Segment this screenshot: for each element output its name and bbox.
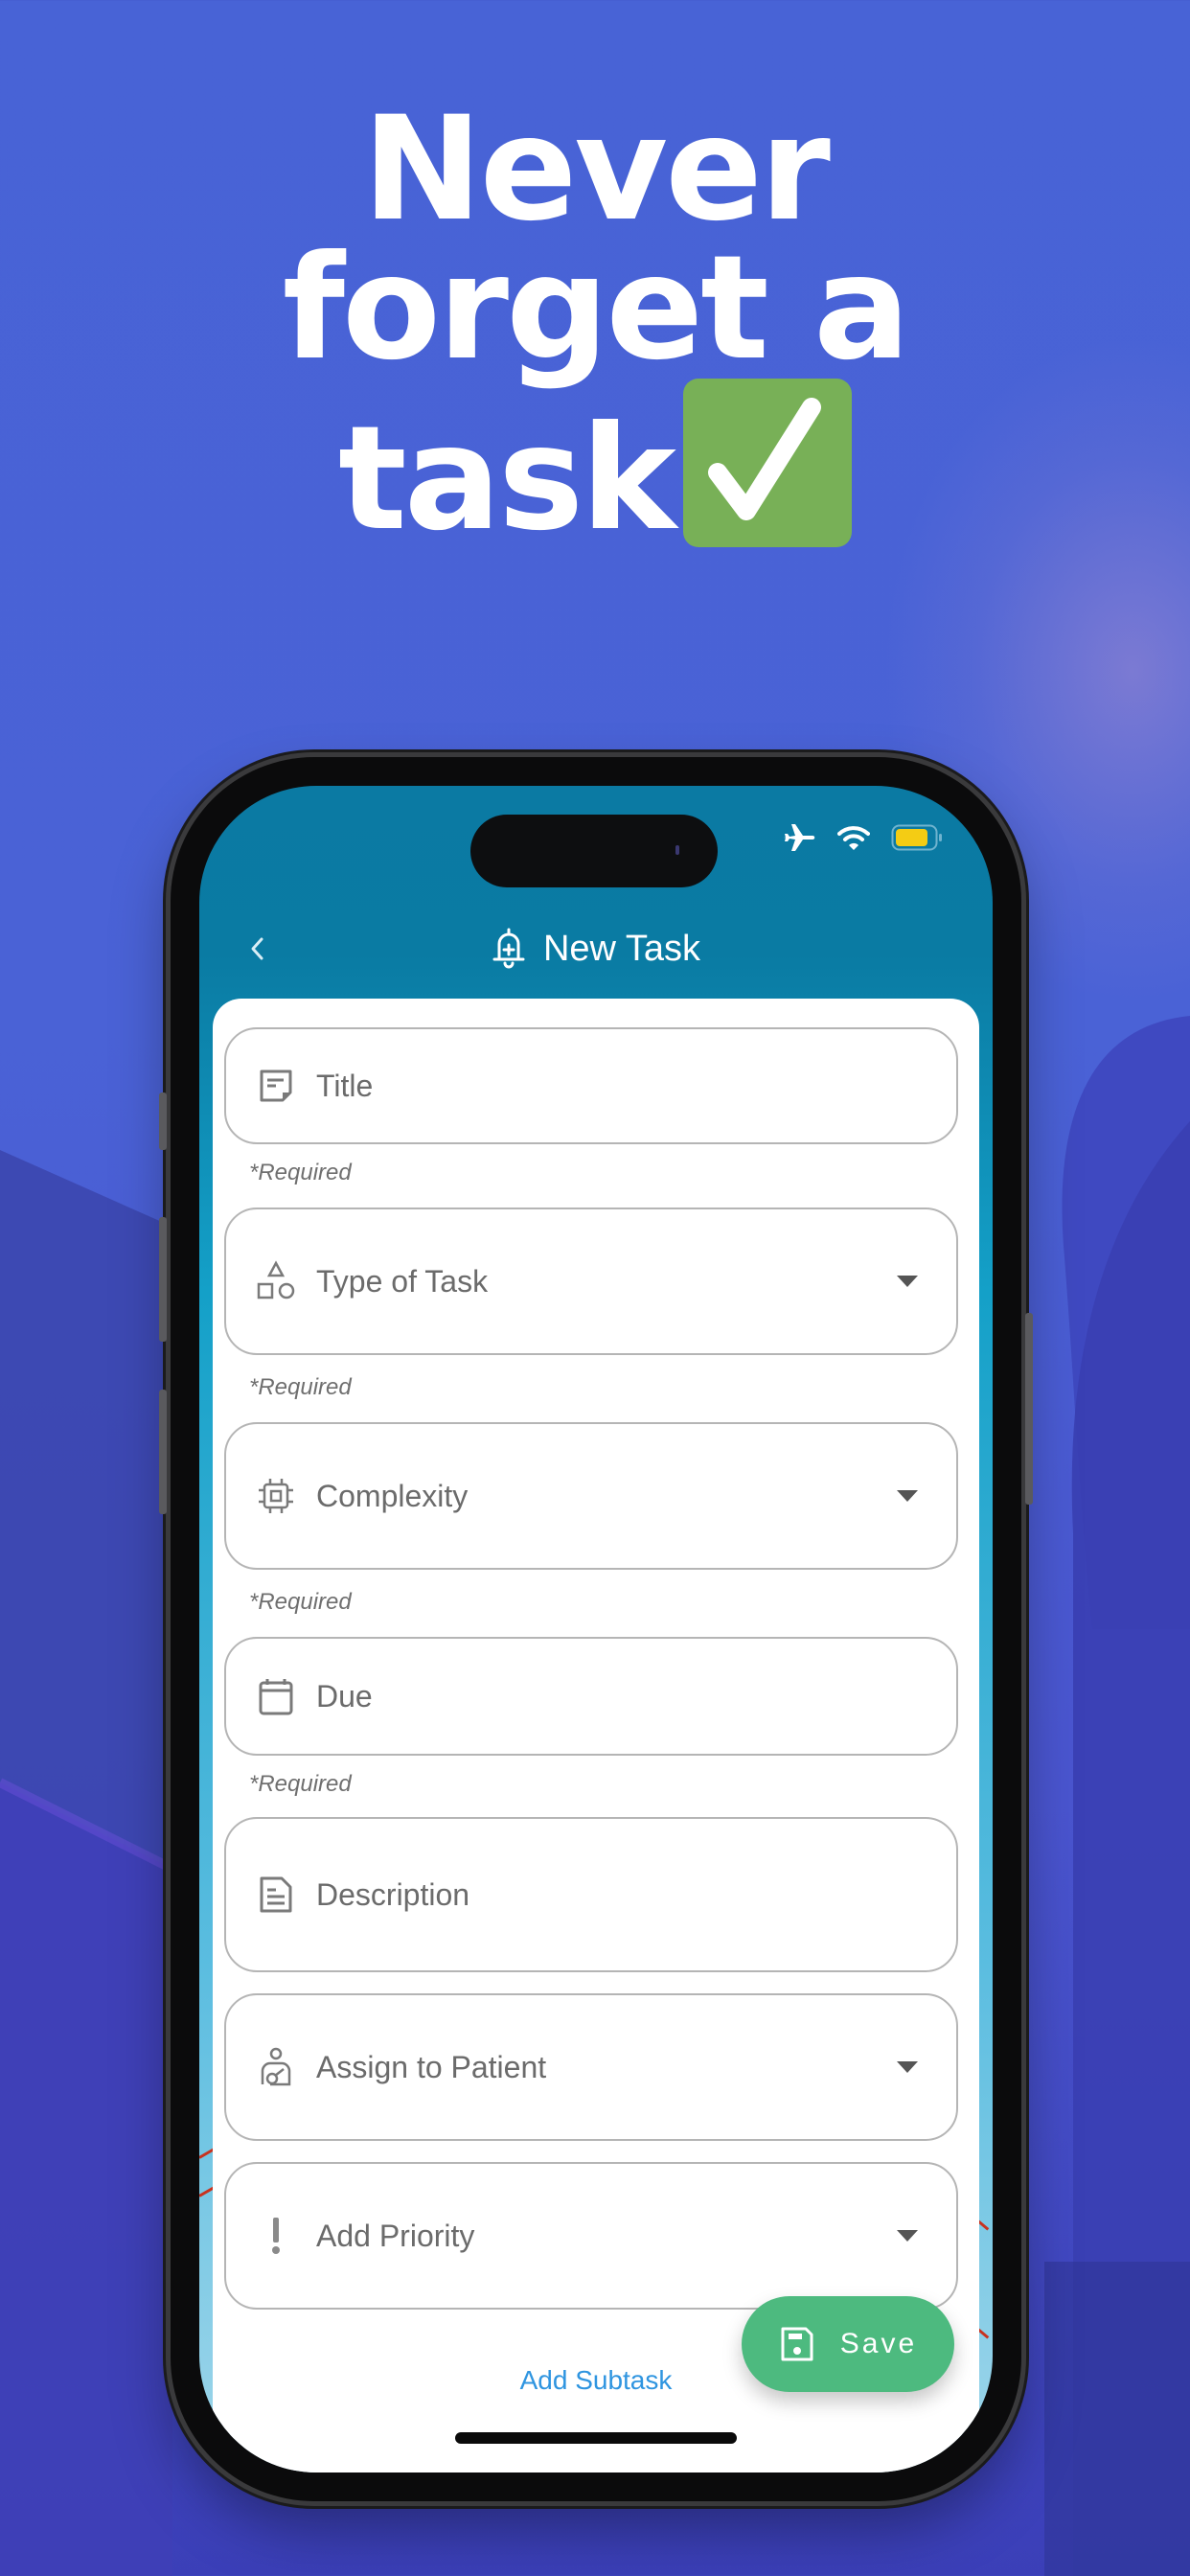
phone-volume-down-button (159, 1390, 167, 1514)
required-hint: *Required (249, 1160, 352, 1185)
assign-to-patient-label: Assign to Patient (316, 2049, 547, 2084)
description-input[interactable]: Description (224, 1817, 958, 1972)
chevron-down-icon (897, 2061, 918, 2073)
back-button[interactable] (238, 928, 276, 970)
due-label: Due (316, 1678, 373, 1714)
required-hint: *Required (249, 1589, 352, 1615)
status-bar (782, 822, 945, 858)
save-label: Save (839, 2328, 918, 2359)
app-bar: New Task (199, 901, 993, 997)
headline-line-1: Never (362, 86, 831, 253)
required-hint: *Required (249, 1374, 352, 1400)
bell-plus-icon (492, 928, 525, 969)
type-of-task-label: Type of Task (316, 1263, 489, 1299)
phone-mockup: New Task Title *Required Type of Task *R… (159, 757, 1033, 2501)
assign-to-patient-dropdown[interactable]: Assign to Patient (224, 1993, 958, 2141)
wifi-icon (837, 824, 870, 856)
headline-line-3: task (0, 379, 1190, 551)
exclamation-icon (255, 2215, 297, 2257)
chip-icon (255, 1475, 297, 1517)
add-priority-label: Add Priority (316, 2218, 475, 2253)
check-mark-button-icon (682, 379, 852, 547)
type-of-task-dropdown[interactable]: Type of Task (224, 1208, 958, 1355)
patient-icon (255, 2046, 297, 2088)
title-input[interactable]: Title (224, 1027, 958, 1144)
floppy-disk-icon (781, 2327, 813, 2361)
calendar-icon (255, 1675, 297, 1717)
battery-icon (891, 824, 945, 856)
app-screen: New Task Title *Required Type of Task *R… (199, 786, 993, 2472)
complexity-dropdown[interactable]: Complexity (224, 1422, 958, 1570)
note-icon (255, 1065, 297, 1107)
headline: Never forget a task (0, 86, 1190, 551)
dynamic-island (470, 815, 718, 887)
add-priority-dropdown[interactable]: Add Priority (224, 2162, 958, 2310)
complexity-label: Complexity (316, 1478, 469, 1513)
chevron-down-icon (897, 1276, 918, 1287)
chevron-left-icon (251, 937, 263, 960)
headline-line-3-text: task (338, 396, 676, 563)
due-date-input[interactable]: Due (224, 1637, 958, 1756)
document-icon (255, 1874, 297, 1916)
headline-line-2: forget a (282, 225, 911, 392)
chevron-down-icon (897, 2230, 918, 2242)
title-group: New Task (492, 927, 700, 971)
chevron-down-icon (897, 1490, 918, 1502)
phone-power-button (1025, 1313, 1033, 1505)
airplane-icon (782, 822, 816, 858)
required-hint: *Required (249, 1771, 352, 1797)
home-indicator[interactable] (455, 2432, 737, 2444)
save-button[interactable]: Save (742, 2296, 954, 2392)
page-title: New Task (542, 928, 701, 969)
title-label: Title (316, 1068, 374, 1103)
form-sheet: Title *Required Type of Task *Required C… (213, 999, 979, 2472)
description-label: Description (316, 1876, 470, 1912)
phone-action-button (159, 1092, 167, 1150)
shapes-icon (255, 1260, 297, 1302)
phone-volume-up-button (159, 1217, 167, 1342)
